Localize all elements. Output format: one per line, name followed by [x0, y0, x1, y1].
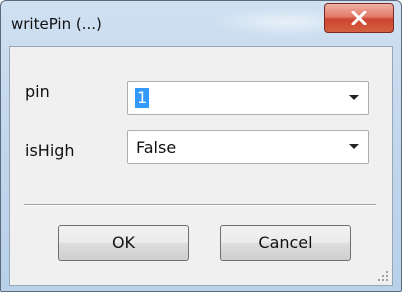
- ishigh-combobox[interactable]: False: [127, 130, 369, 164]
- close-button[interactable]: [324, 3, 394, 33]
- divider: [24, 204, 376, 206]
- dialog-window: writePin (...) pin 1 isHigh False OK Can…: [0, 0, 402, 292]
- ok-button[interactable]: OK: [58, 225, 189, 261]
- close-icon: [351, 11, 367, 25]
- title-bar[interactable]: writePin (...): [1, 1, 401, 45]
- window-title: writePin (...): [11, 15, 102, 33]
- resize-grip-icon[interactable]: [378, 271, 389, 282]
- chevron-down-icon[interactable]: [349, 95, 359, 100]
- pin-label: pin: [25, 82, 50, 101]
- dialog-body: pin 1 isHigh False OK Cancel: [9, 46, 393, 286]
- ishigh-value: False: [136, 138, 177, 157]
- pin-value: 1: [135, 88, 150, 108]
- pin-combobox[interactable]: 1: [127, 81, 369, 115]
- chevron-down-icon[interactable]: [349, 144, 359, 149]
- ishigh-label: isHigh: [25, 141, 75, 160]
- cancel-button[interactable]: Cancel: [220, 225, 351, 261]
